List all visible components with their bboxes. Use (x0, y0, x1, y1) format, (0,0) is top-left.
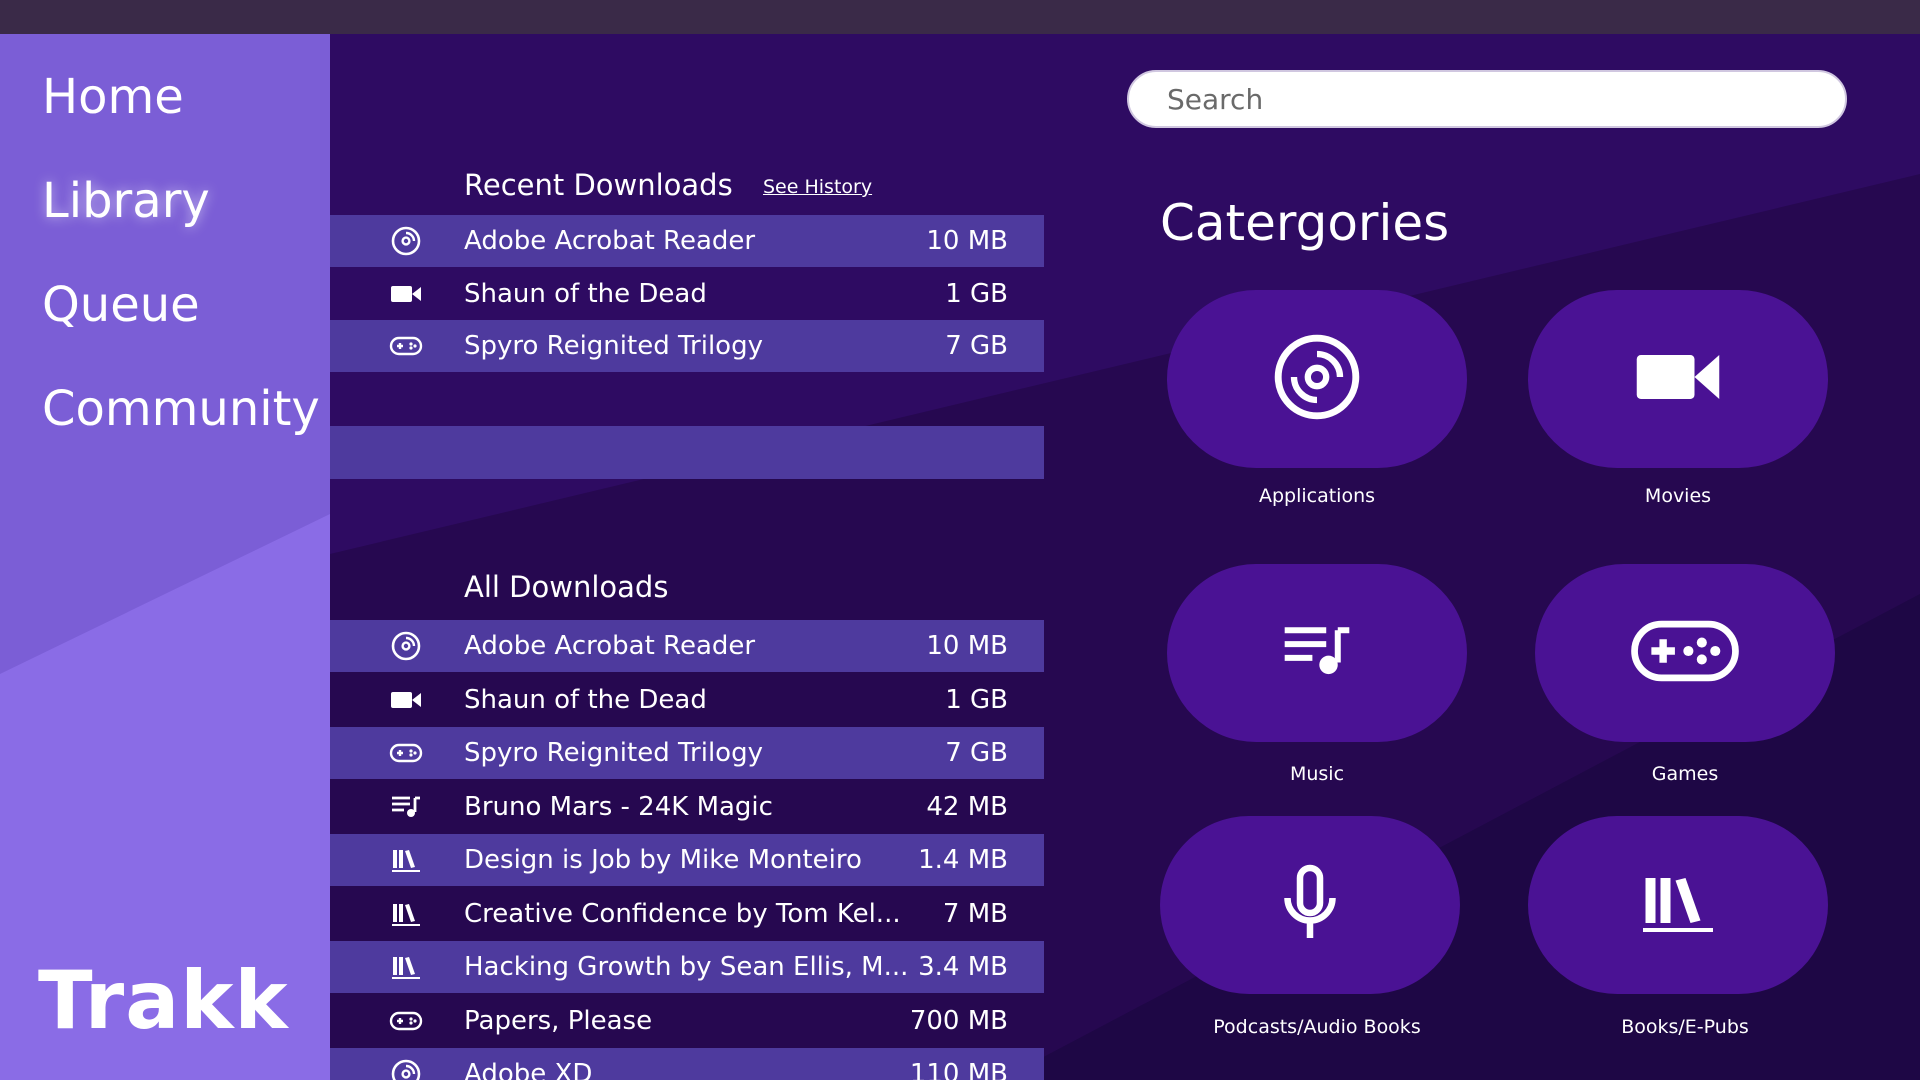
books-icon (384, 844, 428, 876)
disc-icon (384, 1058, 428, 1080)
disc-icon (384, 225, 428, 257)
category-label: Podcasts/Audio Books (1213, 1016, 1421, 1038)
row-name: Adobe XD (464, 1059, 593, 1080)
category-games[interactable] (1535, 564, 1835, 742)
sidebar-item-community[interactable]: Community (42, 376, 320, 480)
category-movies[interactable] (1528, 290, 1828, 468)
category-label: Games (1651, 763, 1719, 785)
category-applications[interactable] (1167, 290, 1467, 468)
row-size: 10 MB (926, 226, 1008, 256)
disc-icon (1271, 331, 1363, 427)
video-camera-icon (1633, 344, 1723, 414)
app-window: Home Library Queue Community Trakk Recen… (0, 34, 1920, 1080)
category-music[interactable] (1167, 564, 1467, 742)
empty-row (330, 426, 1044, 479)
categories-title: Catergories (1160, 194, 1450, 252)
recent-downloads-heading: Recent Downloads (464, 168, 733, 202)
category-label: Books/E-Pubs (1621, 1016, 1749, 1038)
sidebar-item-queue[interactable]: Queue (42, 272, 320, 376)
recent-row[interactable]: Spyro Reignited Trilogy 7 GB (330, 320, 1044, 372)
download-row[interactable]: Shaun of the Dead 1 GB (330, 674, 1044, 726)
download-row[interactable]: Papers, Please 700 MB (330, 995, 1044, 1047)
row-size: 1.4 MB (918, 845, 1008, 875)
recent-row[interactable]: Adobe Acrobat Reader 10 MB (330, 215, 1044, 267)
sidebar-item-home[interactable]: Home (42, 64, 320, 168)
gamepad-icon (1627, 614, 1743, 692)
row-size: 700 MB (909, 1006, 1008, 1036)
row-size: 10 MB (926, 631, 1008, 661)
row-size: 1 GB (945, 685, 1008, 715)
books-icon (384, 951, 428, 983)
row-name: Hacking Growth by Sean Ellis, M... (464, 952, 909, 982)
row-size: 1 GB (945, 279, 1008, 309)
category-podcasts[interactable] (1160, 816, 1460, 994)
category-label: Applications (1258, 485, 1376, 507)
window-top-bar (0, 0, 1920, 34)
download-row[interactable]: Spyro Reignited Trilogy 7 GB (330, 727, 1044, 779)
row-name: Adobe Acrobat Reader (464, 631, 756, 661)
row-size: 3.4 MB (918, 952, 1008, 982)
brand-logo-text: Trakk (38, 954, 289, 1047)
row-size: 7 GB (945, 331, 1008, 361)
microphone-icon (1280, 863, 1340, 947)
download-row[interactable]: Hacking Growth by Sean Ellis, M... 3.4 M… (330, 941, 1044, 993)
download-row[interactable]: Bruno Mars - 24K Magic 42 MB (330, 781, 1044, 833)
row-name: Adobe Acrobat Reader (464, 226, 756, 256)
download-row[interactable]: Adobe XD 110 MB (330, 1048, 1044, 1080)
download-row[interactable]: Creative Confidence by Tom Kel... 7 MB (330, 888, 1044, 940)
gamepad-icon (384, 330, 428, 362)
row-size: 42 MB (926, 792, 1008, 822)
see-history-link[interactable]: See History (763, 176, 872, 198)
recent-row[interactable]: Shaun of the Dead 1 GB (330, 268, 1044, 320)
sidebar: Home Library Queue Community Trakk (0, 34, 330, 1080)
video-camera-icon (384, 684, 428, 716)
video-camera-icon (384, 278, 428, 310)
row-size: 110 MB (909, 1059, 1008, 1080)
row-name: Spyro Reignited Trilogy (464, 738, 763, 768)
category-label: Music (1289, 763, 1345, 785)
music-list-icon (1280, 621, 1354, 685)
download-row[interactable]: Adobe Acrobat Reader 10 MB (330, 620, 1044, 672)
row-size: 7 MB (942, 899, 1008, 929)
sidebar-nav: Home Library Queue Community (42, 64, 320, 480)
row-name: Shaun of the Dead (464, 279, 707, 309)
all-downloads-heading: All Downloads (464, 570, 669, 604)
disc-icon (384, 630, 428, 662)
row-name: Creative Confidence by Tom Kel... (464, 899, 901, 929)
books-icon (1638, 870, 1718, 940)
row-name: Spyro Reignited Trilogy (464, 331, 763, 361)
row-name: Papers, Please (464, 1006, 653, 1036)
gamepad-icon (384, 737, 428, 769)
gamepad-icon (384, 1005, 428, 1037)
row-name: Design is Job by Mike Monteiro (464, 845, 862, 875)
row-name: Bruno Mars - 24K Magic (464, 792, 773, 822)
category-label: Movies (1644, 485, 1712, 507)
row-size: 7 GB (945, 738, 1008, 768)
download-row[interactable]: Design is Job by Mike Monteiro 1.4 MB (330, 834, 1044, 886)
sidebar-item-library[interactable]: Library (42, 168, 320, 272)
category-books[interactable] (1528, 816, 1828, 994)
row-name: Shaun of the Dead (464, 685, 707, 715)
search-input[interactable] (1127, 70, 1847, 128)
books-icon (384, 898, 428, 930)
music-list-icon (384, 791, 428, 823)
